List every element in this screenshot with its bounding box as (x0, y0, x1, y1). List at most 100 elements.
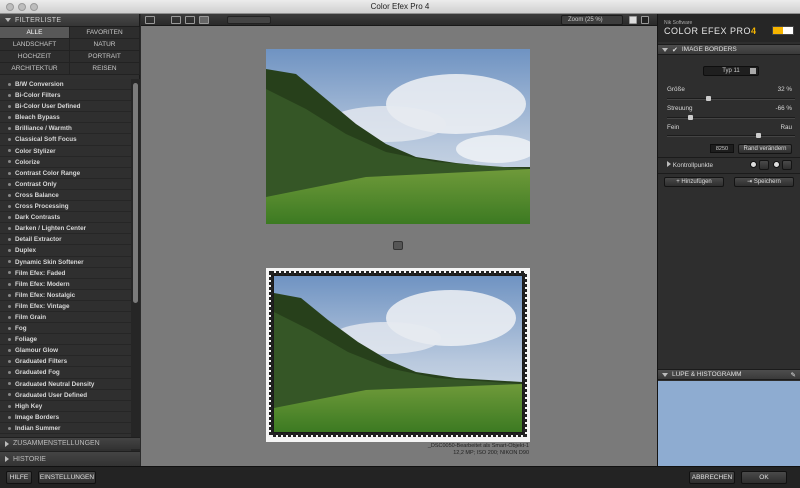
bullet-icon (8, 326, 11, 330)
filter-enabled-checkmark-icon[interactable]: ✔ (672, 46, 678, 54)
filter-list-item[interactable]: Graduated Neutral Density (0, 378, 131, 390)
filterliste-header[interactable]: FILTERLISTE (0, 14, 139, 27)
category-tab-reisen[interactable]: REISEN (70, 63, 140, 75)
pin-icon[interactable]: ✎ (791, 371, 796, 379)
slider-knob[interactable] (687, 115, 693, 120)
background-black-icon[interactable] (641, 16, 649, 24)
control-point-options-button[interactable] (782, 160, 792, 170)
filter-label: Graduated Neutral Density (15, 380, 95, 388)
filter-list-item[interactable]: Glamour Glow (0, 345, 131, 357)
filter-list-scrollbar[interactable] (131, 79, 140, 451)
background-white-icon[interactable] (629, 16, 637, 24)
filter-list-item[interactable]: High Key (0, 400, 131, 412)
slider-knob[interactable] (755, 133, 761, 138)
border-type-select[interactable]: Typ 11 (703, 66, 759, 76)
filter-list-item[interactable]: Cross Balance (0, 189, 131, 202)
slider-knob[interactable] (706, 96, 712, 101)
filter-list-item[interactable]: Contrast Only (0, 178, 131, 190)
filter-label: Contrast Color Range (15, 169, 81, 177)
filter-list-item[interactable]: Film Efex: Nostalgic (0, 289, 131, 301)
filter-list-item[interactable]: Indian Summer (0, 422, 131, 434)
filter-list-item[interactable]: Graduated User Defined (0, 389, 131, 401)
filter-list-item[interactable]: Brilliance / Warmth (0, 123, 131, 135)
zoom-select[interactable]: Zoom (25 %) (561, 15, 623, 25)
filter-list-item[interactable]: Film Efex: Faded (0, 267, 131, 279)
category-tab-favoriten[interactable]: FAVORITEN (70, 27, 140, 39)
filter-list-item[interactable]: Film Efex: Vintage (0, 300, 131, 312)
category-tab-portrait[interactable]: PORTRAIT (70, 51, 140, 63)
scrollbar-thumb[interactable] (133, 83, 138, 303)
filter-list-item[interactable]: Duplex (0, 245, 131, 257)
filter-label: Cross Processing (15, 203, 69, 211)
slider-fein-rau[interactable] (667, 133, 795, 138)
control-point-add-icon[interactable] (750, 161, 757, 168)
filter-list-item[interactable]: Foliage (0, 334, 131, 346)
filter-list-item[interactable]: Bi-Color User Defined (0, 101, 131, 113)
divider (658, 173, 800, 174)
zusammenstellungen-header[interactable]: ZUSAMMENSTELLUNGEN (0, 437, 140, 449)
filter-label: Classical Soft Focus (15, 136, 77, 144)
bullet-icon (8, 215, 11, 219)
bullet-icon (8, 138, 11, 142)
right-panel: Nik Software COLOR EFEX PRO4 ✔ IMAGE BOR… (657, 14, 800, 466)
filter-list-item[interactable]: Bleach Bypass (0, 112, 131, 124)
filter-list-item[interactable]: Classical Soft Focus (0, 134, 131, 146)
bullet-icon (8, 426, 11, 430)
bullet-icon (8, 105, 11, 109)
filter-label: Graduated Filters (15, 358, 68, 366)
speichern-button[interactable]: ⇥ Speichern (734, 177, 794, 187)
param-value-streuung: -66 % (775, 105, 792, 112)
filter-list-item[interactable]: B/W Conversion (0, 79, 131, 91)
kontrollpunkte-toggle[interactable]: Kontrollpunkte (667, 161, 713, 169)
loupe-histogram-header[interactable]: LUPE & HISTOGRAMM ✎ (658, 369, 800, 380)
filter-list-item[interactable]: Graduated Filters (0, 356, 131, 368)
filter-list-item[interactable]: Film Efex: Modern (0, 278, 131, 290)
control-point-remove-icon[interactable] (773, 161, 780, 168)
filter-list-item[interactable]: Contrast Color Range (0, 167, 131, 179)
seed-field[interactable]: 8250 (710, 144, 734, 153)
preview-toolbar: Zoom (25 %) (141, 14, 657, 26)
filter-label: Film Efex: Modern (15, 280, 70, 288)
filter-list-item[interactable]: Fog (0, 323, 131, 335)
layout-toggle-icon[interactable] (772, 26, 794, 35)
filter-label: Cross Balance (15, 191, 59, 199)
filter-list-item[interactable]: Image Borders (0, 411, 131, 423)
filter-list-item[interactable]: Colorize (0, 156, 131, 168)
view-field[interactable] (227, 16, 271, 24)
category-tab-natur[interactable]: NATUR (70, 39, 140, 51)
filter-list-item[interactable]: Cross Processing (0, 201, 131, 213)
filter-section-header[interactable]: ✔ IMAGE BORDERS (658, 44, 800, 55)
single-view-icon[interactable] (145, 16, 155, 24)
historie-header[interactable]: HISTORIE (0, 451, 140, 466)
hinzufuegen-button[interactable]: + Hinzufügen (664, 177, 724, 187)
param-label-groesse: Größe (667, 86, 685, 93)
filter-list-item[interactable]: Dark Contrasts (0, 212, 131, 224)
view-mode-side-by-side-icon[interactable] (199, 16, 209, 24)
view-mode-single-icon[interactable] (171, 16, 181, 24)
filter-list-item[interactable]: Graduated Fog (0, 367, 131, 379)
expand-triangle-icon (5, 440, 9, 447)
rand-veraendern-button[interactable]: Rand verändern (738, 144, 792, 154)
view-mode-split-icon[interactable] (185, 16, 195, 24)
hilfe-button[interactable]: HILFE (6, 471, 32, 484)
ok-button[interactable]: OK (741, 471, 787, 484)
abbrechen-button[interactable]: ABBRECHEN (689, 471, 735, 484)
filter-list-item[interactable]: Bi-Color Filters (0, 90, 131, 102)
bullet-icon (8, 404, 11, 408)
bullet-icon (8, 127, 11, 131)
control-point-minus-button[interactable] (759, 160, 769, 170)
slider-groesse[interactable] (667, 96, 795, 101)
filter-list-item[interactable]: Film Grain (0, 311, 131, 324)
filter-list-item[interactable]: Color Stylizer (0, 145, 131, 157)
filter-label: Darken / Lighten Center (15, 225, 87, 233)
filter-list-item[interactable]: Darken / Lighten Center (0, 223, 131, 235)
category-tab-alle[interactable]: ALLE (0, 27, 70, 39)
filter-list-item[interactable]: Detail Extractor (0, 234, 131, 246)
category-tab-architektur[interactable]: ARCHITEKTUR (0, 63, 70, 75)
einstellungen-button[interactable]: EINSTELLUNGEN (38, 471, 96, 484)
slider-streuung[interactable] (667, 115, 795, 120)
category-tab-landschaft[interactable]: LANDSCHAFT (0, 39, 70, 51)
category-tab-hochzeit[interactable]: HOCHZEIT (0, 51, 70, 63)
swap-compare-icon[interactable] (393, 241, 403, 250)
filter-list-item[interactable]: Dynamic Skin Softener (0, 256, 131, 268)
